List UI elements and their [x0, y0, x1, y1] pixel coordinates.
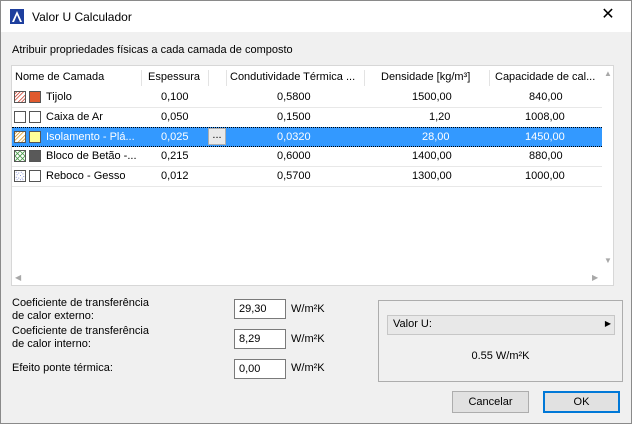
external-unit: W/m²K: [291, 303, 325, 315]
hatch-swatch: [14, 91, 26, 103]
layer-capacidade: 840,00: [529, 91, 563, 103]
table-row[interactable]: Bloco de Betão -... 0,215 0,6000 1400,00…: [12, 147, 602, 167]
table-row-selected[interactable]: Isolamento - Plá... 0,025 ... 0,0320 28,…: [12, 127, 602, 147]
layer-name: Caixa de Ar: [46, 111, 103, 123]
column-header-espessura[interactable]: Espessura: [148, 68, 208, 87]
scroll-down-icon[interactable]: ▼: [604, 256, 612, 265]
app-icon: [10, 9, 24, 24]
color-swatch: [29, 131, 41, 143]
scroll-left-icon[interactable]: ◀: [15, 273, 21, 282]
layer-densidade: 1,20: [429, 111, 451, 123]
u-value-expander[interactable]: Valor U: ▶: [387, 315, 615, 335]
thermal-bridge-unit: W/m²K: [291, 362, 325, 374]
u-value-result: 0.55 W/m²K: [471, 350, 530, 362]
layer-name: Tijolo: [46, 91, 72, 103]
column-header-capacidade[interactable]: Capacidade de cal...: [495, 68, 601, 87]
internal-unit: W/m²K: [291, 333, 325, 345]
hatch-swatch: [14, 150, 26, 162]
scroll-right-icon[interactable]: ▶: [592, 273, 598, 282]
layer-espessura: 0,050: [161, 111, 189, 123]
layer-espessura: 0,215: [161, 150, 189, 162]
scroll-up-icon[interactable]: ▲: [604, 69, 612, 78]
layer-condutividade: 0,6000: [277, 150, 311, 162]
browse-material-button[interactable]: ...: [208, 128, 226, 145]
internal-coefficient-label: Coeficiente de transferência de calor in…: [12, 325, 149, 350]
thermal-bridge-label: Efeito ponte térmica:: [12, 362, 113, 374]
hatch-swatch: [14, 111, 26, 123]
layer-capacidade: 880,00: [529, 150, 563, 162]
layer-densidade: 1500,00: [412, 91, 452, 103]
expand-arrow-icon: ▶: [604, 319, 611, 328]
layer-capacidade: 1450,00: [525, 131, 565, 143]
title-bar: Valor U Calculador ✕: [1, 1, 631, 32]
layer-capacidade: 1008,00: [525, 111, 565, 123]
window-title: Valor U Calculador: [32, 10, 132, 24]
layer-espessura: 0,012: [161, 170, 189, 182]
instruction-text: Atribuir propriedades físicas a cada cam…: [12, 44, 293, 56]
color-swatch: [29, 170, 41, 182]
u-value-panel: Valor U: ▶ 0.55 W/m²K: [378, 300, 623, 382]
cancel-button[interactable]: Cancelar: [452, 391, 529, 413]
close-icon[interactable]: ✕: [599, 6, 617, 24]
internal-coefficient-input[interactable]: 8,29: [234, 329, 286, 349]
layer-densidade: 1400,00: [412, 150, 452, 162]
color-swatch: [29, 150, 41, 162]
layer-condutividade: 0,5800: [277, 91, 311, 103]
u-value-label: Valor U:: [393, 318, 432, 330]
horizontal-scrollbar[interactable]: ◀ ▶: [12, 271, 603, 285]
table-row[interactable]: Tijolo 0,100 0,5800 1500,00 840,00: [12, 88, 602, 108]
layer-densidade: 28,00: [422, 131, 450, 143]
hatch-swatch: [14, 170, 26, 182]
table-row[interactable]: Caixa de Ar 0,050 0,1500 1,20 1008,00: [12, 108, 602, 128]
layer-espessura: 0,025: [161, 131, 189, 143]
layer-condutividade: 0,0320: [277, 131, 311, 143]
hatch-swatch: [14, 131, 26, 143]
layer-name: Reboco - Gesso: [46, 170, 126, 182]
layer-densidade: 1300,00: [412, 170, 452, 182]
layers-table[interactable]: Nome de Camada Espessura Condutividade T…: [11, 65, 614, 286]
vertical-scrollbar[interactable]: ▲ ▼: [603, 66, 613, 285]
color-swatch: [29, 111, 41, 123]
column-header-name[interactable]: Nome de Camada: [15, 68, 140, 87]
layer-capacidade: 1000,00: [525, 170, 565, 182]
layer-espessura: 0,100: [161, 91, 189, 103]
color-swatch: [29, 91, 41, 103]
table-header: Nome de Camada Espessura Condutividade T…: [12, 68, 602, 87]
layer-condutividade: 0,5700: [277, 170, 311, 182]
valor-u-dialog: Valor U Calculador ✕ Atribuir propriedad…: [0, 0, 632, 424]
external-coefficient-input[interactable]: 29,30: [234, 299, 286, 319]
ok-button[interactable]: OK: [543, 391, 620, 413]
column-header-condutividade[interactable]: Condutividade Térmica ...: [230, 68, 364, 87]
layer-name: Bloco de Betão -...: [46, 150, 137, 162]
external-coefficient-label: Coeficiente de transferência de calor ex…: [12, 297, 149, 322]
thermal-bridge-input[interactable]: 0,00: [234, 359, 286, 379]
table-row[interactable]: Reboco - Gesso 0,012 0,5700 1300,00 1000…: [12, 167, 602, 187]
layer-name: Isolamento - Plá...: [46, 131, 135, 143]
column-header-densidade[interactable]: Densidade [kg/m³]: [381, 68, 483, 87]
layer-condutividade: 0,1500: [277, 111, 311, 123]
